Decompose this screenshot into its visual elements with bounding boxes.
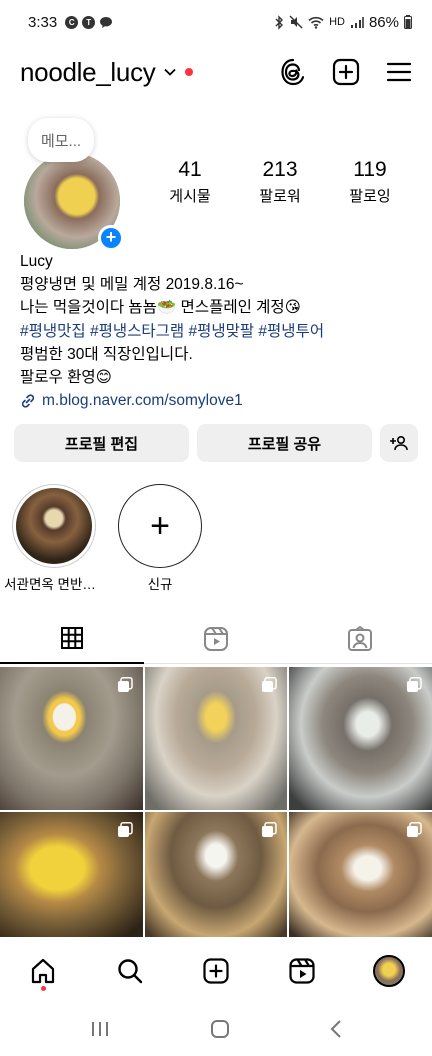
search-icon bbox=[117, 959, 142, 984]
carousel-icon bbox=[406, 822, 422, 837]
reels-icon bbox=[289, 958, 315, 984]
bio-line: 나는 먹을것이다 뇸뇸🥗 면스플레인 계정😘 bbox=[20, 299, 301, 317]
bio-link-text[interactable]: m.blog.naver.com/somylove1 bbox=[42, 389, 243, 412]
bio-line: 팔로우 환영😊 bbox=[20, 369, 112, 387]
nav-reels[interactable] bbox=[280, 949, 324, 993]
profile-tabs bbox=[0, 614, 432, 664]
status-bar: 3:33 C T HD 86% bbox=[0, 0, 432, 44]
profile-avatar[interactable]: + bbox=[24, 153, 124, 251]
nav-profile[interactable] bbox=[367, 949, 411, 993]
nav-notification-dot bbox=[40, 986, 46, 991]
carousel-icon bbox=[117, 677, 133, 692]
tab-tagged[interactable] bbox=[288, 614, 432, 664]
highlight-cover bbox=[12, 484, 96, 568]
profile-header: noodle_lucy bbox=[0, 48, 432, 96]
mute-icon bbox=[289, 15, 303, 29]
create-post-icon[interactable] bbox=[332, 58, 360, 86]
network-label: HD bbox=[329, 16, 345, 28]
story-highlights: 서관면옥 면반… + 신규 bbox=[0, 484, 432, 594]
profile-actions: 프로필 편집 프로필 공유 bbox=[14, 424, 418, 462]
create-icon bbox=[203, 958, 229, 984]
talk-badge-icon: T bbox=[82, 15, 96, 29]
threads-icon[interactable] bbox=[280, 58, 306, 86]
add-person-icon bbox=[390, 435, 408, 451]
signal-icon bbox=[350, 16, 364, 28]
stat-label: 팔로워 bbox=[259, 188, 301, 205]
plus-icon: + bbox=[118, 484, 202, 568]
stat-label: 게시물 bbox=[169, 188, 211, 205]
new-highlight[interactable]: + 신규 bbox=[118, 484, 202, 593]
post-thumbnail[interactable] bbox=[0, 812, 143, 937]
recent-apps-icon[interactable] bbox=[89, 1020, 111, 1038]
post-thumbnail[interactable] bbox=[144, 667, 288, 810]
add-story-icon[interactable]: + bbox=[98, 225, 124, 251]
bio-line: 평범한 30대 직장인입니다. bbox=[20, 345, 193, 363]
home-button-icon[interactable] bbox=[210, 1019, 230, 1039]
home-icon bbox=[32, 958, 55, 984]
post-thumbnail[interactable] bbox=[289, 812, 432, 937]
carousel-icon bbox=[406, 677, 422, 692]
menu-icon[interactable] bbox=[386, 61, 412, 83]
c-badge-icon: C bbox=[65, 15, 79, 29]
stat-value: 41 bbox=[178, 158, 202, 181]
chevron-down-icon[interactable] bbox=[163, 65, 177, 79]
memo-bubble[interactable]: 메모... bbox=[28, 118, 94, 162]
stat-value: 213 bbox=[262, 158, 298, 181]
link-icon bbox=[21, 394, 35, 408]
stat-followers[interactable]: 213 팔로워 bbox=[240, 158, 320, 206]
posts-grid bbox=[0, 667, 432, 937]
battery-percent: 86% bbox=[368, 13, 399, 31]
stat-label: 팔로잉 bbox=[349, 188, 391, 205]
discover-people-button[interactable] bbox=[380, 424, 418, 462]
status-time: 3:33 bbox=[28, 13, 58, 31]
stat-posts[interactable]: 41 게시물 bbox=[150, 158, 230, 206]
stat-following[interactable]: 119 팔로잉 bbox=[330, 158, 410, 206]
nav-search[interactable] bbox=[108, 949, 152, 993]
carousel-icon bbox=[262, 677, 277, 692]
carousel-icon bbox=[117, 822, 133, 837]
highlight-label: 서관면옥 면반… bbox=[4, 577, 96, 592]
highlight-item[interactable]: 서관면옥 면반… bbox=[4, 484, 96, 593]
avatar bbox=[372, 955, 405, 987]
profile-name: Lucy bbox=[20, 253, 53, 270]
wifi-icon bbox=[308, 16, 324, 29]
bio-link[interactable]: m.blog.naver.com/somylove1 bbox=[20, 389, 420, 412]
tab-posts-grid[interactable] bbox=[0, 614, 144, 664]
nav-create[interactable] bbox=[194, 949, 238, 993]
share-profile-button[interactable]: 프로필 공유 bbox=[197, 424, 372, 462]
system-navigation bbox=[0, 1006, 432, 1052]
carousel-icon bbox=[262, 822, 277, 837]
bottom-navigation bbox=[0, 944, 432, 998]
post-thumbnail[interactable] bbox=[289, 667, 432, 810]
nav-home[interactable] bbox=[21, 949, 65, 993]
chat-icon bbox=[100, 16, 113, 28]
post-thumbnail[interactable] bbox=[0, 667, 143, 810]
tagged-icon bbox=[348, 625, 372, 651]
highlight-label: 신규 bbox=[147, 577, 173, 592]
back-icon[interactable] bbox=[329, 1019, 343, 1039]
notification-dot bbox=[185, 68, 194, 76]
account-switcher[interactable]: noodle_lucy bbox=[20, 57, 156, 88]
edit-profile-button[interactable]: 프로필 편집 bbox=[14, 424, 189, 462]
grid-icon bbox=[61, 627, 83, 649]
profile-stats: 41 게시물 213 팔로워 119 팔로잉 bbox=[150, 158, 410, 206]
bluetooth-icon bbox=[275, 14, 284, 30]
tab-reels[interactable] bbox=[144, 614, 288, 664]
post-thumbnail[interactable] bbox=[144, 812, 288, 937]
battery-icon bbox=[404, 15, 412, 29]
reels-icon bbox=[204, 626, 228, 651]
bio-line: 평양냉면 및 메밀 계정 2019.8.16~ bbox=[20, 276, 244, 294]
profile-bio: Lucy 평양냉면 및 메밀 계정 2019.8.16~ 나는 먹을것이다 뇸뇸… bbox=[20, 250, 420, 412]
bio-hashtags[interactable]: #평냉맛집 #평냉스타그램 #평냉맞팔 #평냉투어 bbox=[20, 320, 420, 343]
stat-value: 119 bbox=[353, 158, 387, 181]
